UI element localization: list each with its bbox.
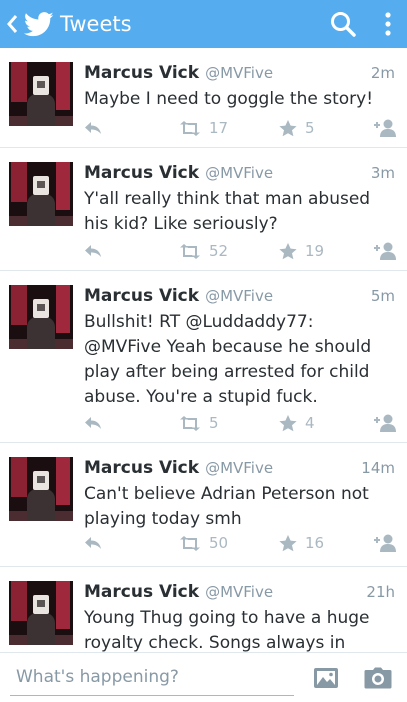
reply-button[interactable] — [84, 411, 102, 435]
favorite-button[interactable]: 5 — [279, 116, 315, 140]
compose-input-underline — [10, 695, 294, 696]
tweet-header: Marcus Vick @MVFive 14m — [84, 458, 395, 478]
tweet-text: Y'all really think that man abused his k… — [84, 189, 371, 234]
tweet-text: Young Thug going to have a huge royalty … — [84, 608, 370, 652]
tweet-item[interactable]: Marcus Vick @MVFive 21h Young Thug going… — [0, 567, 407, 652]
add-user-icon — [374, 119, 396, 137]
favorite-count: 5 — [305, 119, 315, 137]
avatar[interactable] — [9, 457, 73, 521]
favorite-button[interactable]: 19 — [279, 239, 324, 263]
reply-icon — [85, 245, 101, 257]
add-user-icon — [374, 534, 396, 552]
retweet-icon — [180, 535, 200, 551]
author-name[interactable]: Marcus Vick — [84, 582, 199, 602]
tweet-timestamp: 14m — [361, 459, 395, 477]
tweet-item[interactable]: Marcus Vick @MVFive 3m Y'all really thin… — [0, 148, 407, 271]
retweet-button[interactable]: 17 — [179, 116, 228, 140]
tweet-text: Maybe I need to goggle the story! — [84, 89, 374, 109]
tweet-actions: 17 5 — [84, 116, 407, 140]
author-handle[interactable]: @MVFive — [205, 287, 273, 305]
tweet-actions: 50 16 — [84, 531, 407, 555]
twitter-bird-icon — [22, 0, 56, 48]
retweet-button[interactable]: 50 — [179, 531, 228, 555]
reply-icon — [85, 122, 101, 134]
reply-icon — [85, 417, 101, 429]
tweet-item[interactable]: Marcus Vick @MVFive 14m Can't believe Ad… — [0, 443, 407, 567]
follow-button[interactable] — [373, 531, 397, 555]
author-handle[interactable]: @MVFive — [205, 64, 273, 82]
author-name[interactable]: Marcus Vick — [84, 63, 199, 83]
retweet-button[interactable]: 52 — [179, 239, 228, 263]
avatar[interactable] — [9, 62, 73, 126]
image-icon — [314, 668, 338, 688]
star-icon — [279, 119, 297, 136]
tweet-header: Marcus Vick @MVFive 3m — [84, 163, 395, 183]
page-title: Tweets — [60, 12, 132, 36]
retweet-count: 5 — [209, 414, 219, 432]
app-header: Tweets — [0, 0, 407, 48]
follow-button[interactable] — [373, 239, 397, 263]
search-button[interactable] — [321, 0, 365, 48]
retweet-icon — [180, 120, 200, 136]
back-button[interactable] — [2, 0, 22, 48]
tweet-actions: 5 4 — [84, 411, 407, 435]
avatar[interactable] — [9, 285, 73, 349]
tweet-timestamp: 5m — [370, 287, 395, 305]
retweet-icon — [180, 243, 200, 259]
camera-icon — [364, 667, 392, 689]
chevron-left-icon — [7, 15, 18, 33]
tweet-timeline[interactable]: Marcus Vick @MVFive 2m Maybe I need to g… — [0, 48, 407, 652]
tweet-header: Marcus Vick @MVFive 21h — [84, 582, 395, 602]
star-icon — [279, 414, 297, 431]
favorite-count: 19 — [305, 242, 325, 260]
tweet-item[interactable]: Marcus Vick @MVFive 5m Bullshit! RT @Lud… — [0, 271, 407, 443]
add-user-icon — [374, 242, 396, 260]
reply-button[interactable] — [84, 116, 102, 140]
tweet-timestamp: 3m — [370, 164, 395, 182]
follow-button[interactable] — [373, 116, 397, 140]
author-name[interactable]: Marcus Vick — [84, 163, 199, 183]
retweet-button[interactable]: 5 — [179, 411, 219, 435]
author-handle[interactable]: @MVFive — [205, 583, 273, 601]
favorite-button[interactable]: 16 — [279, 531, 324, 555]
overflow-menu-button[interactable] — [373, 0, 403, 48]
tweet-actions: 52 19 — [84, 239, 407, 263]
add-photo-button[interactable] — [311, 665, 341, 691]
add-user-icon — [374, 414, 396, 432]
tweet-timestamp: 21h — [366, 583, 395, 601]
favorite-count: 4 — [305, 414, 315, 432]
star-icon — [279, 242, 297, 259]
avatar[interactable] — [9, 162, 73, 226]
tweet-timestamp: 2m — [370, 64, 395, 82]
retweet-icon — [180, 415, 200, 431]
tweet-item[interactable]: Marcus Vick @MVFive 2m Maybe I need to g… — [0, 48, 407, 148]
favorite-button[interactable]: 4 — [279, 411, 315, 435]
camera-button[interactable] — [363, 665, 393, 691]
tweet-text: Can't believe Adrian Peterson not playin… — [84, 484, 369, 529]
retweet-count: 50 — [209, 534, 229, 552]
author-name[interactable]: Marcus Vick — [84, 458, 199, 478]
author-handle[interactable]: @MVFive — [205, 459, 273, 477]
tweet-header: Marcus Vick @MVFive 5m — [84, 286, 395, 306]
reply-button[interactable] — [84, 239, 102, 263]
retweet-count: 52 — [209, 242, 229, 260]
retweet-count: 17 — [209, 119, 229, 137]
reply-button[interactable] — [84, 531, 102, 555]
tweet-composer: What's happening? — [0, 652, 407, 702]
favorite-count: 16 — [305, 534, 325, 552]
avatar[interactable] — [9, 581, 73, 645]
reply-icon — [85, 537, 101, 549]
compose-input[interactable]: What's happening? — [16, 667, 179, 687]
tweet-header: Marcus Vick @MVFive 2m — [84, 63, 395, 83]
more-vertical-icon — [385, 12, 391, 36]
follow-button[interactable] — [373, 411, 397, 435]
author-name[interactable]: Marcus Vick — [84, 286, 199, 306]
star-icon — [279, 534, 297, 551]
tweet-text: Bullshit! RT @Luddaddy77: @MVFive Yeah b… — [84, 312, 372, 407]
author-handle[interactable]: @MVFive — [205, 164, 273, 182]
search-icon — [331, 12, 356, 37]
